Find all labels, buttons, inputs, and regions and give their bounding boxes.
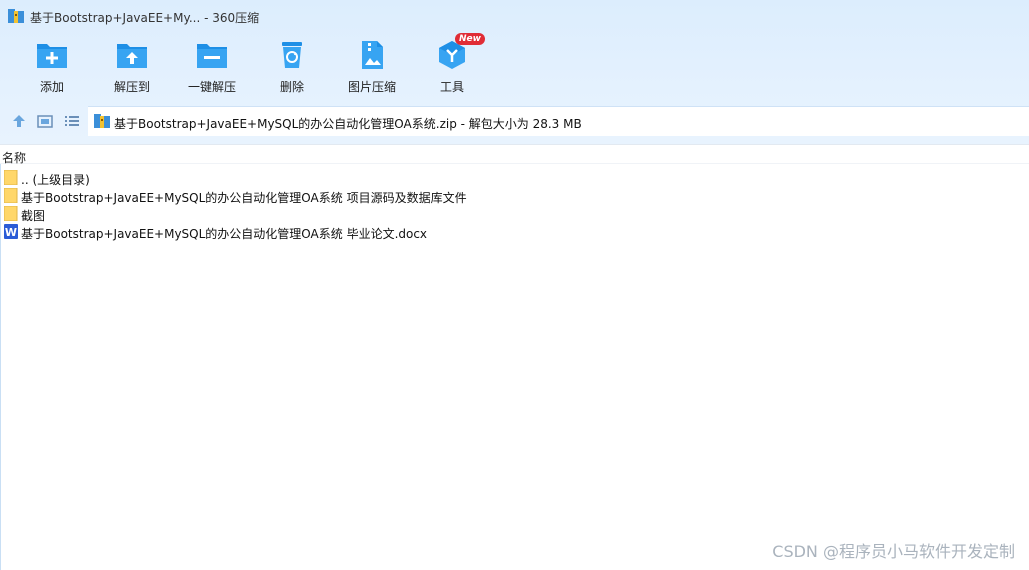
list-item[interactable]: 基于Bootstrap+JavaEE+MySQL的办公自动化管理OA系统 项目源… [0,187,1029,205]
folder-add-icon [37,44,67,68]
file-list: .. (上级目录) 基于Bootstrap+JavaEE+MySQL的办公自动化… [0,169,1029,241]
new-badge: New [455,33,485,45]
quick-extract-label: 一键解压 [187,80,236,94]
extract-to-label: 解压到 [113,80,150,94]
tools-button[interactable]: 工具 [412,36,492,100]
delete-button[interactable]: 删除 [252,36,332,100]
list-item-name: 基于Bootstrap+JavaEE+MySQL的办公自动化管理OA系统 毕业论… [21,227,428,241]
list-item-parent-dir[interactable]: .. (上级目录) [0,169,1029,187]
recycle-bin-icon [282,42,302,68]
word-document-icon: W [4,224,18,239]
window-chrome: 基于Bootstrap+JavaEE+My... - 360压缩 添加 解压到 [0,0,1029,144]
list-item-name: 基于Bootstrap+JavaEE+MySQL的办公自动化管理OA系统 项目源… [21,191,467,205]
list-header: 名称 [0,144,1029,166]
folder-icon [4,206,18,221]
up-arrow-icon[interactable] [11,113,27,129]
add-button[interactable]: 添加 [12,36,92,100]
list-item[interactable]: W 基于Bootstrap+JavaEE+MySQL的办公自动化管理OA系统 毕… [0,223,1029,241]
folder-extract-icon [117,44,147,68]
extract-to-button[interactable]: 解压到 [92,36,172,100]
archive-icon [8,9,24,23]
title-bar[interactable]: 基于Bootstrap+JavaEE+My... - 360压缩 [0,0,1029,32]
folder-icon [4,188,18,203]
nav-bar: 基于Bootstrap+JavaEE+MySQL的办公自动化管理OA系统.zip… [0,106,1029,136]
folder-icon [4,170,18,185]
image-compress-button[interactable]: 图片压缩 [332,36,412,100]
tools-label: 工具 [439,80,464,94]
image-compress-icon [362,41,383,69]
add-label: 添加 [39,80,64,94]
watermark: CSDN @程序员小马软件开发定制 [772,542,1015,561]
archive-icon [94,114,110,128]
toolbar: 添加 解压到 一键解压 删除 图片压缩 工具 [0,36,600,100]
list-item-name: 截图 [21,209,46,223]
window-title: 基于Bootstrap+JavaEE+My... - 360压缩 [30,11,260,25]
list-item[interactable]: 截图 [0,205,1029,223]
folder-quick-extract-icon [197,44,227,68]
column-header-name[interactable]: 名称 [2,149,26,166]
svg-text:W: W [5,226,17,239]
path-bar[interactable]: 基于Bootstrap+JavaEE+MySQL的办公自动化管理OA系统.zip… [88,106,1029,136]
archive-path: 基于Bootstrap+JavaEE+MySQL的办公自动化管理OA系统.zip… [114,117,582,131]
delete-label: 删除 [279,80,304,94]
image-compress-label: 图片压缩 [347,80,396,94]
list-item-name: .. (上级目录) [21,173,90,187]
quick-extract-button[interactable]: 一键解压 [172,36,252,100]
thumbnail-view-icon[interactable] [37,113,53,129]
list-view-icon[interactable] [64,113,80,129]
